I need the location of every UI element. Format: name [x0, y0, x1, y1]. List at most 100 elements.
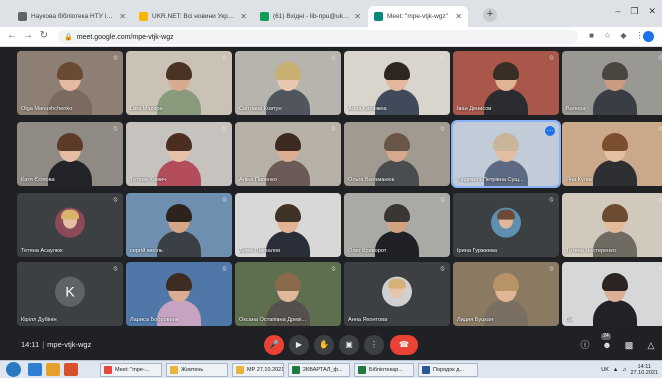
volume-icon[interactable]: ♫: [622, 367, 626, 373]
mic-off-button[interactable]: 🎤: [264, 335, 284, 355]
participant-name: Світлана Ковтун: [239, 106, 282, 112]
video-hair: [602, 204, 628, 222]
taskbar-app-icon: [358, 366, 366, 374]
taskbar-item[interactable]: 2КВАРТАЛ_ф...: [288, 363, 350, 377]
participant-tile[interactable]: ⦸ Ольга Ватаманюк: [344, 122, 450, 186]
start-button[interactable]: [6, 362, 21, 377]
tab-close-icon[interactable]: ✕: [119, 12, 126, 21]
muted-mic-icon: ⦸: [113, 266, 118, 272]
participant-tile[interactable]: ⦸ Тетяна Асаулюк: [17, 193, 123, 257]
avatar: [382, 276, 412, 307]
participant-tile[interactable]: ⦸ Анна Яхонтова: [344, 262, 450, 326]
video-hair: [384, 133, 410, 151]
extensions-icon[interactable]: ◆: [618, 31, 629, 42]
taskbar-app-icon: [104, 366, 112, 374]
participant-tile[interactable]: ⦸ Olga Manushchenko: [17, 51, 123, 115]
profile-avatar[interactable]: [643, 31, 654, 42]
participant-tile[interactable]: ⦸ Лариса Бобровник: [126, 262, 232, 326]
participant-tile[interactable]: ⦸ Ви: [562, 262, 662, 326]
video-hair: [166, 204, 192, 222]
participant-tile[interactable]: ⦸ Оксана Остапівна Древі...: [235, 262, 341, 326]
participant-tile[interactable]: ⦸ сергій кисіль: [126, 193, 232, 257]
camera-icon[interactable]: ■: [586, 31, 597, 42]
participant-tile[interactable]: ⦸ Катя Єсіпова: [17, 122, 123, 186]
participant-tile[interactable]: ⦸ Тетяна Нестеренко: [562, 193, 662, 257]
activities-button[interactable]: △: [644, 338, 658, 352]
taskbar-item[interactable]: Бібліотекар...: [354, 363, 414, 377]
tab-close-icon[interactable]: ✕: [240, 12, 247, 21]
reload-icon[interactable]: ↻: [38, 30, 50, 41]
participant-tile[interactable]: ⦸ Алла Калюжна: [344, 51, 450, 115]
taskbar-item[interactable]: Порядок д...: [418, 363, 478, 377]
mic-off-icon: 🎤: [269, 340, 279, 349]
video-hair: [384, 62, 410, 80]
bookmark-star-icon[interactable]: ☆: [602, 31, 613, 42]
people-button[interactable]: ☻: [600, 338, 614, 352]
tab-close-icon[interactable]: ✕: [354, 12, 361, 21]
participant-name: Аліна Павенко: [239, 177, 277, 183]
muted-mic-icon: ⦸: [222, 266, 227, 272]
participant-tile[interactable]: … Людмила Петрівна Сущ...: [451, 120, 561, 188]
back-icon[interactable]: ←: [6, 30, 18, 41]
raise-hand-button[interactable]: ✋: [314, 335, 334, 355]
tab-favicon-icon: [139, 12, 148, 21]
participant-tile[interactable]: ⦸ Яна Кулик: [562, 122, 662, 186]
participant-name: Тетяна Асаулюк: [21, 248, 63, 254]
video-hair: [275, 273, 301, 291]
participant-tile[interactable]: K ⦸ Кірілл Дубінін: [17, 262, 123, 326]
taskbar-item[interactable]: Жовтень: [166, 363, 228, 377]
tile-options-icon[interactable]: …: [545, 126, 555, 136]
url-field[interactable]: 🔒 meet.google.com/mpe-vtjk-wgz: [58, 30, 578, 44]
participant-tile[interactable]: ⦸ Ірина Гуржеева: [453, 193, 559, 257]
browser-tab[interactable]: UKR.NET: Всі новини України, о ✕: [133, 6, 253, 27]
camera-button[interactable]: ▶: [289, 335, 309, 355]
forward-icon[interactable]: →: [22, 30, 34, 41]
participant-name: Катя Єсіпова: [21, 177, 55, 183]
browser-tab[interactable]: Meet: "mpe-vtjk-wgz" ✕: [368, 6, 468, 27]
participant-name: Тетяна Хомич: [130, 177, 167, 183]
participant-tile[interactable]: ⦸ Іван Денисов: [453, 51, 559, 115]
participant-tile[interactable]: ⦸ Олег Криворот: [344, 193, 450, 257]
media-player-icon[interactable]: [64, 363, 78, 376]
muted-mic-icon: ⦸: [549, 197, 554, 203]
chat-button[interactable]: ▩: [622, 338, 636, 352]
participant-tile[interactable]: ⦸ Аліна Павенко: [235, 122, 341, 186]
restore-icon[interactable]: ❐: [630, 6, 638, 17]
taskbar-item[interactable]: Meet: "mpe-...: [100, 363, 162, 377]
participant-tile[interactable]: ⦸ Дима Привалов: [235, 193, 341, 257]
participant-tile[interactable]: ⦸ Тетяна Хомич: [126, 122, 232, 186]
video-camera-icon: ▶: [295, 340, 303, 349]
participant-tile[interactable]: ⦸ Валера: [562, 51, 662, 115]
clock-date: 27.10.2021: [630, 370, 658, 376]
close-window-icon[interactable]: ✕: [648, 6, 656, 17]
participant-name: сергій кисіль: [130, 248, 163, 254]
participant-tile[interactable]: ⦸ Лидия Буцкая: [453, 262, 559, 326]
minimize-icon[interactable]: –: [615, 6, 620, 17]
participants-grid: ⦸ Olga Manushchenko ⦸ Lara Mazepa ⦸ Світлана …: [17, 51, 662, 327]
participant-tile[interactable]: ⦸ Lara Mazepa: [126, 51, 232, 115]
file-explorer-icon[interactable]: [46, 363, 60, 376]
ie-browser-icon[interactable]: [28, 363, 42, 376]
video-hair: [602, 133, 628, 151]
meet-control-bar: 14:11 | mpe-vtjk-wgz 🎤 ▶ ✋ ▣ ⋮ ☎ ⓘ 24 ☻ ▩ …: [0, 330, 662, 360]
muted-mic-icon: ⦸: [658, 197, 662, 203]
language-indicator[interactable]: UK: [601, 367, 609, 373]
network-icon[interactable]: ▲: [613, 367, 618, 373]
browser-tab[interactable]: (61) Вхідні - lib-npu@ukr.net ✕: [254, 6, 367, 27]
browser-tab[interactable]: Наукова бібліотека НТУ імені І ✕: [12, 6, 132, 27]
more-options-button[interactable]: ⋮: [364, 335, 384, 355]
browser-tab-strip: + – ❐ ✕ Наукова бібліотека НТУ імені І ✕ U…: [0, 0, 662, 27]
meeting-details-button[interactable]: ⓘ: [578, 338, 592, 352]
tab-close-icon[interactable]: ✕: [455, 12, 462, 21]
participant-name: Дима Привалов: [239, 248, 281, 254]
meeting-info-separator: |: [42, 340, 45, 349]
clock[interactable]: 14:11 27.10.2021: [630, 364, 658, 376]
present-screen-button[interactable]: ▣: [339, 335, 359, 355]
taskbar-app-icon: [236, 366, 244, 374]
taskbar-item[interactable]: МР 27.10.2021: [232, 363, 284, 377]
info-icon: ⓘ: [580, 340, 590, 350]
new-tab-button[interactable]: +: [483, 8, 497, 22]
participant-tile[interactable]: ⦸ Світлана Ковтун: [235, 51, 341, 115]
taskbar-item-label: МР 27.10.2021: [247, 367, 284, 373]
leave-call-button[interactable]: ☎: [390, 335, 418, 355]
